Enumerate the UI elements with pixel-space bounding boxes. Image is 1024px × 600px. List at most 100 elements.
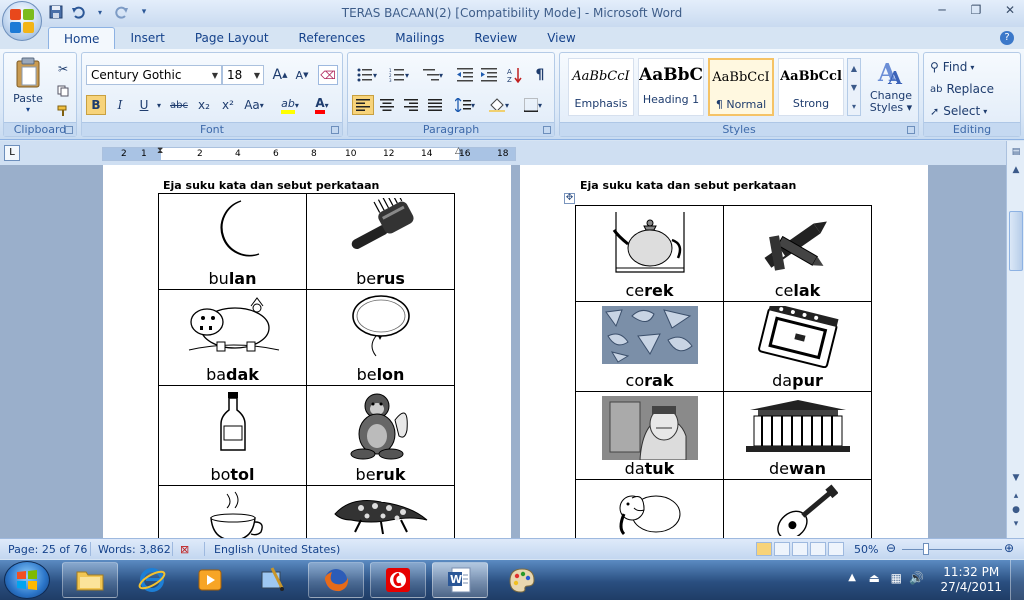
underline-dropdown-icon[interactable]: ▾ — [154, 95, 164, 115]
zoom-in-icon[interactable]: ⊕ — [1004, 541, 1014, 555]
outline-view-button[interactable] — [810, 542, 826, 556]
restore-button[interactable]: ❐ — [968, 3, 984, 17]
table-cell[interactable] — [575, 479, 724, 538]
font-launcher-icon[interactable] — [331, 126, 339, 134]
increase-indent-button[interactable] — [478, 65, 500, 85]
taskbar-word[interactable]: W — [432, 562, 488, 598]
table-cell[interactable]: celak — [723, 205, 872, 302]
document-area[interactable]: Eja suku kata dan sebut perkataan bulan … — [0, 165, 1006, 538]
table-cell[interactable]: beruk — [306, 385, 455, 486]
taskbar-media-player[interactable] — [182, 562, 238, 598]
table-cell[interactable]: bulan — [158, 193, 307, 290]
show-formatting-button[interactable]: ¶ — [530, 65, 550, 85]
page-left[interactable]: Eja suku kata dan sebut perkataan bulan … — [103, 165, 511, 538]
font-size-dropdown[interactable]: 18 ▼ — [222, 65, 264, 85]
shrink-font-button[interactable]: A ▼ — [292, 65, 312, 85]
copy-button[interactable] — [54, 81, 72, 101]
multilevel-list-button[interactable]: ▾ — [418, 65, 448, 85]
shading-button[interactable]: ▾ — [484, 95, 514, 115]
table-cell[interactable]: dapur — [723, 301, 872, 392]
borders-button[interactable]: ▾ — [518, 95, 548, 115]
align-left-button[interactable] — [352, 95, 374, 115]
print-layout-view-button[interactable] — [756, 542, 772, 556]
find-button[interactable]: ⚲ Find ▾ — [930, 57, 974, 77]
table-cell[interactable] — [723, 479, 872, 538]
table-cell[interactable]: botol — [158, 385, 307, 486]
word-count[interactable]: Words: 3,862 — [98, 543, 171, 556]
style-emphasis[interactable]: AaBbCcI Emphasis — [568, 58, 634, 116]
bullets-button[interactable]: ▾ — [352, 65, 382, 85]
style-heading-1[interactable]: AaBbC( Heading 1 — [638, 58, 704, 116]
web-layout-button[interactable] — [792, 542, 808, 556]
taskbar-vodafone[interactable] — [370, 562, 426, 598]
cut-button[interactable]: ✂ — [54, 59, 72, 79]
table-cell[interactable]: corak — [575, 301, 724, 392]
tab-selector-button[interactable]: L — [4, 145, 20, 161]
scroll-thumb[interactable] — [1009, 211, 1023, 271]
grow-font-button[interactable]: A ▲ — [270, 65, 290, 85]
select-button[interactable]: ➚ Select ▾ — [930, 101, 987, 121]
close-button[interactable]: ✕ — [1002, 3, 1018, 17]
table-cell[interactable] — [158, 485, 307, 538]
ruler-toggle-icon[interactable]: ▤ — [1009, 145, 1023, 159]
table-cell[interactable]: berus — [306, 189, 455, 290]
format-painter-button[interactable] — [54, 101, 72, 121]
taskbar-explorer[interactable] — [62, 562, 118, 598]
change-case-button[interactable]: Aa ▾ — [242, 95, 266, 115]
start-button[interactable] — [4, 561, 50, 599]
align-center-button[interactable] — [376, 95, 398, 115]
taskbar-paint-app[interactable] — [244, 562, 300, 598]
page-right[interactable]: ✥ Eja suku kata dan sebut perkataan cere… — [520, 165, 928, 538]
bold-button[interactable]: B — [86, 95, 106, 115]
table-cell[interactable]: datuk — [575, 391, 724, 480]
table-cell[interactable] — [306, 485, 455, 538]
draft-view-button[interactable] — [828, 542, 844, 556]
styles-gallery-scroll[interactable]: ▲ ▼ ▾ — [847, 58, 861, 116]
tab-insert[interactable]: Insert — [115, 27, 179, 49]
highlight-button[interactable]: ab ▾ — [276, 95, 304, 115]
tab-mailings[interactable]: Mailings — [380, 27, 459, 49]
tab-references[interactable]: References — [284, 27, 381, 49]
show-desktop-button[interactable] — [1010, 560, 1024, 600]
table-cell[interactable]: cerek — [575, 205, 724, 302]
select-browse-object-icon[interactable]: ● — [1009, 503, 1023, 517]
clipboard-launcher-icon[interactable] — [65, 126, 73, 134]
line-spacing-button[interactable]: ▾ — [450, 95, 480, 115]
tab-review[interactable]: Review — [459, 27, 532, 49]
table-cell[interactable]: badak — [158, 289, 307, 386]
tab-view[interactable]: View — [532, 27, 590, 49]
style-strong[interactable]: AaBbCcl Strong — [778, 58, 844, 116]
font-name-dropdown[interactable]: Century Gothic ▼ — [86, 65, 222, 85]
paste-button[interactable]: Paste ▾ — [8, 57, 48, 117]
justify-button[interactable] — [424, 95, 446, 115]
right-indent-marker-icon[interactable]: △ — [455, 146, 463, 162]
replace-button[interactable]: ab Replace — [930, 79, 994, 99]
help-icon[interactable]: ? — [1000, 31, 1014, 45]
align-right-button[interactable] — [400, 95, 422, 115]
network-icon[interactable]: ▦ — [891, 571, 902, 585]
zoom-out-icon[interactable]: ⊖ — [886, 541, 896, 555]
numbering-button[interactable]: 1 2 3 ▾ — [384, 65, 414, 85]
font-color-button[interactable]: A ▾ — [308, 95, 336, 115]
subscript-button[interactable]: x₂ — [194, 95, 214, 115]
italic-button[interactable]: I — [110, 95, 130, 115]
page-count[interactable]: Page: 25 of 76 — [8, 543, 87, 556]
underline-button[interactable]: U — [134, 95, 154, 115]
next-page-icon[interactable]: ▾ — [1009, 517, 1023, 531]
language-indicator[interactable]: English (United States) — [214, 543, 340, 556]
usb-device-icon[interactable]: ⏏ — [869, 571, 880, 585]
volume-icon[interactable]: 🔊 — [909, 571, 924, 585]
scroll-up-arrow-icon[interactable]: ▲ — [1009, 163, 1023, 177]
horizontal-ruler[interactable]: 2 1 2 4 6 8 10 12 14 16 18 ⧗ △ — [102, 146, 516, 162]
table-cell[interactable]: belon — [306, 289, 455, 386]
clock[interactable]: 11:32 PM 27/4/2011 — [940, 565, 1002, 595]
previous-page-icon[interactable]: ▴ — [1009, 489, 1023, 503]
proofing-icon[interactable]: ⊠ — [180, 543, 189, 556]
zoom-level[interactable]: 50% — [854, 543, 878, 556]
decrease-indent-button[interactable] — [454, 65, 476, 85]
minimize-button[interactable]: ─ — [934, 3, 950, 17]
styles-launcher-icon[interactable] — [907, 126, 915, 134]
tray-expand-icon[interactable]: ▲ — [848, 572, 856, 583]
vertical-scrollbar[interactable]: ▤ ▲ ▼ ▴ ● ▾ — [1006, 141, 1024, 538]
paragraph-launcher-icon[interactable] — [543, 126, 551, 134]
